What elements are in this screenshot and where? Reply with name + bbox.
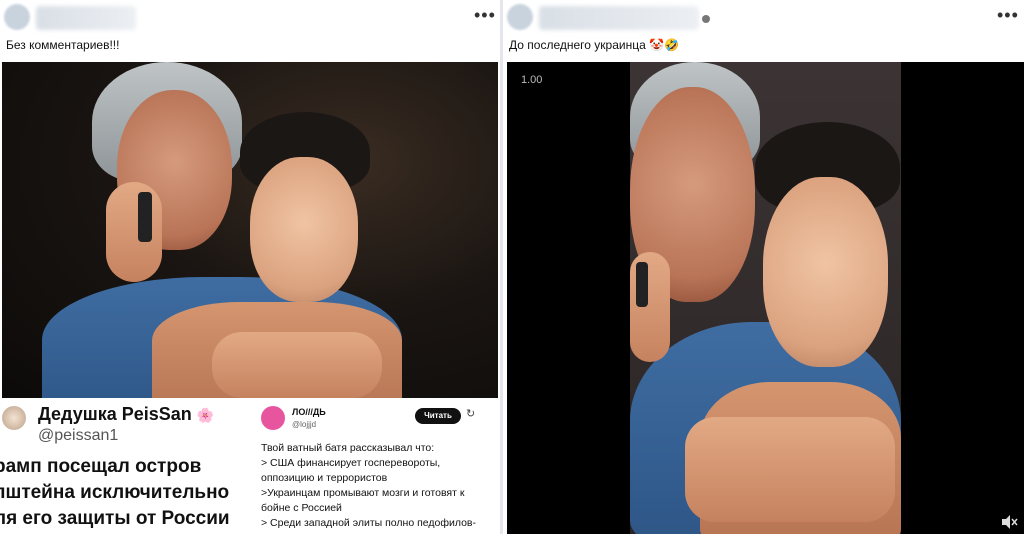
post-image[interactable] bbox=[2, 62, 498, 398]
tweet-author-handle: @peissan1 bbox=[38, 427, 119, 444]
channel-avatar bbox=[261, 406, 285, 430]
tweet-line: ля его защиты от России bbox=[0, 508, 230, 529]
globe-icon bbox=[702, 15, 710, 23]
channel-line: > Среди западной элиты полно педофилов- bbox=[261, 517, 477, 529]
tweet-avatar bbox=[2, 406, 26, 430]
author-avatar-blurred[interactable] bbox=[507, 4, 533, 30]
video-player[interactable]: 1.00 bbox=[507, 62, 1024, 534]
author-name-blurred[interactable] bbox=[36, 6, 136, 30]
tweet-screenshot-right: ЛО///ДЬ @lojjjd Читать ↻ Твой ватный бат… bbox=[252, 398, 500, 534]
channel-handle: @lojjjd bbox=[292, 420, 317, 429]
channel-line: >Украинцам промывают мозги и готовят к bbox=[261, 487, 465, 499]
channel-line: > США финансирует госперевороты, bbox=[261, 457, 441, 469]
channel-line: бойне с Россией bbox=[261, 502, 342, 514]
author-name-blurred[interactable] bbox=[539, 6, 699, 30]
author-avatar-blurred[interactable] bbox=[4, 4, 30, 30]
refresh-icon: ↻ bbox=[466, 408, 476, 420]
video-timestamp: 1.00 bbox=[521, 74, 543, 86]
channel-line: оппозицию и террористов bbox=[261, 472, 388, 484]
tweet-body: рамп посещал остров пштейна исключительн… bbox=[0, 454, 252, 532]
tweet-line: рамп посещал остров bbox=[0, 456, 202, 477]
tweet-line: пштейна исключительно bbox=[0, 482, 230, 503]
video-frame bbox=[630, 62, 901, 534]
mute-icon[interactable] bbox=[1000, 514, 1018, 534]
tweet-author-name: Дедушка PeisSan 🌸 bbox=[38, 404, 215, 424]
post-caption: Без комментариев!!! bbox=[6, 38, 120, 52]
channel-name: ЛО///ДЬ bbox=[292, 407, 326, 417]
post-right: ••• До последнего украинца 🤡🤣 1.00 bbox=[503, 0, 1024, 534]
post-caption: До последнего украинца 🤡🤣 bbox=[509, 38, 679, 52]
read-button: Читать bbox=[415, 408, 461, 424]
channel-line: Твой ватный батя рассказывал что: bbox=[261, 442, 435, 454]
post-left: ••• Без комментариев!!! Дедушка PeisSan … bbox=[0, 0, 500, 534]
more-options-button[interactable]: ••• bbox=[997, 6, 1019, 24]
flower-emoji-icon: 🌸 bbox=[196, 407, 215, 423]
more-options-button[interactable]: ••• bbox=[474, 6, 496, 24]
channel-post-body: Твой ватный батя рассказывал что: > США … bbox=[261, 441, 497, 531]
